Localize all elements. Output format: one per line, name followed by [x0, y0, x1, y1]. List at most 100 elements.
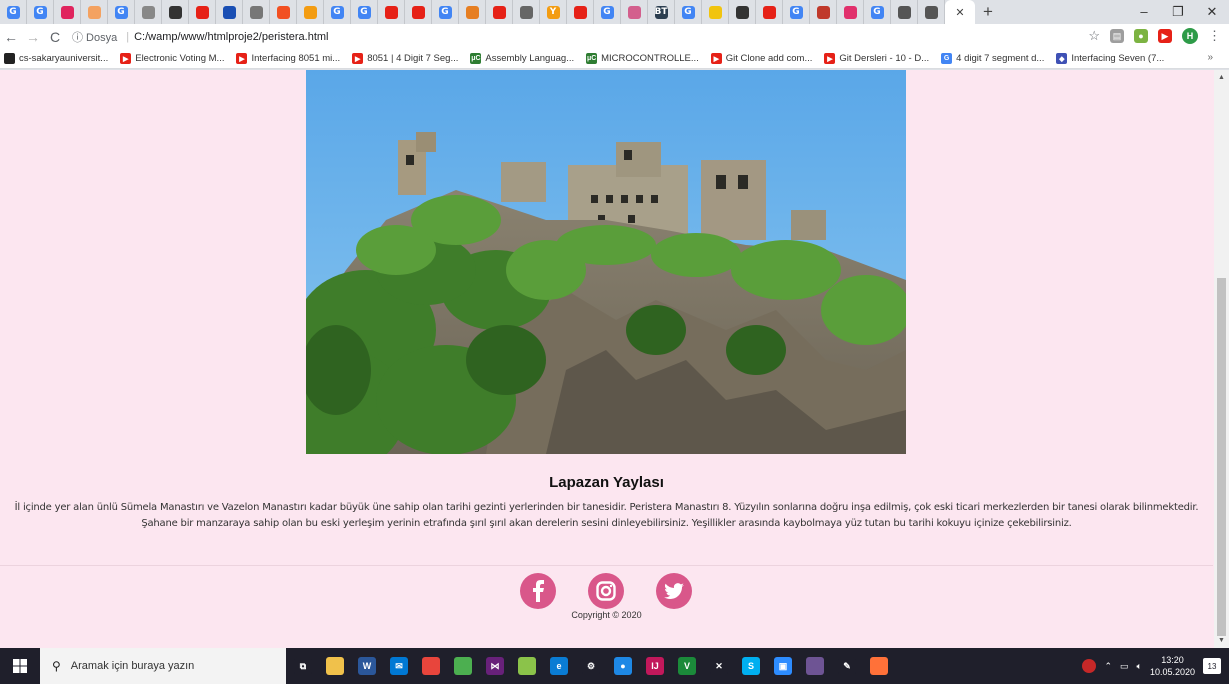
app-icon[interactable] — [518, 657, 536, 675]
bookmark-item[interactable]: ▶ Git Clone add com... — [710, 53, 812, 64]
browser-tab[interactable] — [405, 0, 432, 24]
notepad-icon[interactable] — [454, 657, 472, 675]
browser-tab[interactable] — [378, 0, 405, 24]
extension-3-icon[interactable]: ▶ — [1158, 29, 1172, 43]
bookmark-item[interactable]: ▶ Interfacing 8051 mi... — [236, 53, 340, 64]
antivirus-icon[interactable] — [1082, 659, 1097, 673]
browser-tab[interactable]: G — [27, 0, 54, 24]
browser-tab[interactable] — [162, 0, 189, 24]
browser-tab[interactable] — [918, 0, 945, 24]
browser-tab[interactable]: G — [675, 0, 702, 24]
browser-tab[interactable] — [702, 0, 729, 24]
minimize-button[interactable]: – — [1127, 0, 1161, 24]
browser-tab[interactable]: G — [351, 0, 378, 24]
browser-tab[interactable]: G — [864, 0, 891, 24]
notification-center-icon[interactable]: 13 — [1203, 658, 1221, 674]
browser-tab[interactable]: G — [594, 0, 621, 24]
bookmark-item[interactable]: ▶ Git Dersleri - 10 - D... — [824, 53, 929, 64]
browser-tab[interactable] — [621, 0, 648, 24]
browser-tab[interactable]: G — [324, 0, 351, 24]
browser-tab[interactable] — [216, 0, 243, 24]
scroll-down-icon[interactable]: ▼ — [1218, 637, 1225, 644]
back-icon[interactable]: ← — [0, 29, 22, 45]
chevron-up-icon[interactable]: ⌃ — [1104, 661, 1112, 672]
browser-tab[interactable] — [756, 0, 783, 24]
tools-icon[interactable]: ✕ — [710, 657, 728, 675]
description-line-1: İl içinde yer alan ünlü Sümela Manastırı… — [14, 502, 1199, 513]
browser-tab[interactable] — [486, 0, 513, 24]
browser-tab[interactable]: Y — [540, 0, 567, 24]
browser-tab[interactable]: G — [783, 0, 810, 24]
browser-tab[interactable] — [270, 0, 297, 24]
instagram-icon — [843, 5, 857, 19]
visual-studio-icon[interactable]: ⋈ — [486, 657, 504, 675]
browser-tab[interactable] — [567, 0, 594, 24]
bookmark-star-icon[interactable]: ☆ — [1088, 28, 1100, 44]
bookmark-item[interactable]: μC Assembly Languag... — [470, 53, 574, 64]
maximize-button[interactable]: ❐ — [1161, 0, 1195, 24]
zoom-icon[interactable]: ▣ — [774, 657, 792, 675]
browser-tab[interactable] — [810, 0, 837, 24]
browser-tab[interactable] — [297, 0, 324, 24]
bookmark-item[interactable]: μC MICROCONTROLLE... — [586, 53, 699, 64]
scroll-up-icon[interactable]: ▲ — [1218, 74, 1225, 81]
record-icon[interactable]: ● — [614, 657, 632, 675]
browser-tab[interactable] — [243, 0, 270, 24]
browser-tab[interactable]: G — [0, 0, 27, 24]
page-scrollbar[interactable]: ▲ ▼ — [1214, 70, 1229, 648]
vim-icon[interactable]: V — [678, 657, 696, 675]
browser-tab-active[interactable]: ✕ — [945, 0, 975, 24]
address-bar[interactable]: ⓘ Dosya | C:/wamp/www/htmlproje2/periste… — [72, 26, 1122, 47]
menu-icon[interactable]: ⋮ — [1208, 28, 1221, 44]
bookmark-item[interactable]: cs-sakaryauniversit... — [4, 53, 108, 64]
security-label[interactable]: ⓘ Dosya — [72, 29, 117, 45]
browser-tab[interactable]: G — [432, 0, 459, 24]
browser-tab[interactable] — [135, 0, 162, 24]
browser-tab[interactable] — [81, 0, 108, 24]
chrome-icon[interactable] — [422, 657, 440, 675]
start-button[interactable] — [0, 659, 40, 673]
profile-avatar[interactable]: H — [1182, 28, 1198, 44]
reload-icon[interactable]: C — [44, 29, 66, 45]
forward-icon[interactable]: → — [22, 29, 44, 45]
taskbar-search[interactable]: ⚲ Aramak için buraya yazın — [40, 648, 286, 684]
browser-tab[interactable] — [459, 0, 486, 24]
browser-tab[interactable] — [54, 0, 81, 24]
volume-icon[interactable]: 🔈︎ — [1137, 661, 1142, 672]
mail-icon[interactable]: ✉ — [390, 657, 408, 675]
close-tab-icon[interactable]: ✕ — [955, 6, 964, 19]
browser-tab[interactable] — [513, 0, 540, 24]
edge-icon[interactable]: e — [550, 657, 568, 675]
browser-tab[interactable] — [729, 0, 756, 24]
scrollbar-thumb[interactable] — [1217, 278, 1226, 636]
bookmark-item[interactable]: ▶ 8051 | 4 Digit 7 Seg... — [352, 53, 458, 64]
bookmarks-overflow-button[interactable]: » — [1207, 52, 1213, 63]
firefox-icon[interactable] — [870, 657, 888, 675]
bookmark-item[interactable]: ◆ Interfacing Seven (7... — [1056, 53, 1164, 64]
word-icon[interactable]: W — [358, 657, 376, 675]
instagram-icon[interactable] — [588, 573, 624, 609]
clock[interactable]: 13:20 10.05.2020 — [1150, 654, 1195, 678]
github-desktop-icon[interactable] — [806, 657, 824, 675]
browser-tab[interactable] — [189, 0, 216, 24]
file-explorer-icon[interactable] — [326, 657, 344, 675]
extension-1-icon[interactable]: ▤ — [1110, 29, 1124, 43]
browser-tab[interactable] — [837, 0, 864, 24]
skype-icon[interactable]: S — [742, 657, 760, 675]
sublime-icon[interactable]: ✎ — [838, 657, 856, 675]
battery-icon[interactable]: ▭ — [1120, 661, 1129, 672]
browser-tab[interactable]: BT — [648, 0, 675, 24]
twitter-icon[interactable] — [656, 573, 692, 609]
settings-icon[interactable]: ⚙ — [582, 657, 600, 675]
browser-tab[interactable]: G — [108, 0, 135, 24]
bookmark-item[interactable]: ▶ Electronic Voting M... — [120, 53, 224, 64]
browser-tab[interactable] — [891, 0, 918, 24]
extension-2-icon[interactable]: ● — [1134, 29, 1148, 43]
new-tab-button[interactable]: + — [975, 2, 1001, 22]
bookmark-item[interactable]: G4 digit 7 segment d... — [941, 53, 1044, 64]
url-text[interactable]: C:/wamp/www/htmlproje2/peristera.html — [134, 31, 328, 43]
facebook-icon[interactable] — [520, 573, 556, 609]
intellij-icon[interactable]: IJ — [646, 657, 664, 675]
close-window-button[interactable]: ✕ — [1195, 0, 1229, 24]
task-view-icon[interactable]: ⧉ — [294, 657, 312, 675]
